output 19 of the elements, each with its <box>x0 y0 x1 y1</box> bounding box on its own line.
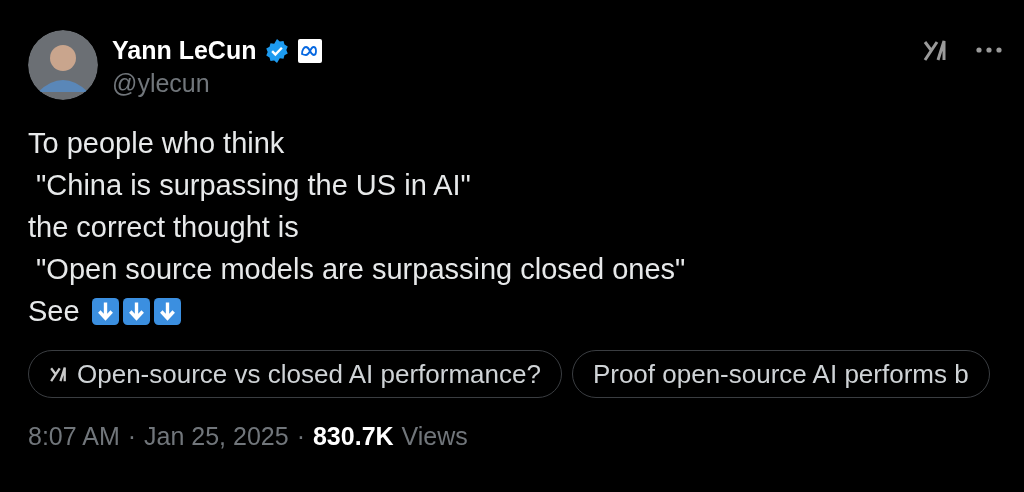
post-date[interactable]: Jan 25, 2025 <box>144 422 289 451</box>
author-name[interactable]: Yann LeCun <box>112 36 257 65</box>
grok-icon <box>49 364 69 384</box>
separator-dot: · <box>127 422 137 451</box>
tweet-text: "Open source models are surpassing closed ones" <box>35 252 687 287</box>
avatar[interactable] <box>28 30 98 100</box>
views-label: Views <box>401 422 468 451</box>
author-handle[interactable]: @ylecun <box>112 69 908 98</box>
tweet-text: the correct thought is <box>28 210 300 245</box>
affiliation-logo-icon[interactable] <box>298 38 323 63</box>
view-count: 830.7K <box>312 422 394 451</box>
tweet-text: To people who think <box>28 126 286 161</box>
tweet-text: See <box>28 294 80 329</box>
post-time[interactable]: 8:07 AM <box>28 422 120 451</box>
separator-dot: · <box>296 422 305 451</box>
suggestion-chip[interactable]: Open-source vs closed AI performance? <box>28 350 562 398</box>
more-icon[interactable] <box>976 47 1002 53</box>
suggestion-chip[interactable]: Proof open-source AI performs b <box>571 350 990 398</box>
tweet-text: "China is surpassing the US in AI" <box>35 168 472 203</box>
